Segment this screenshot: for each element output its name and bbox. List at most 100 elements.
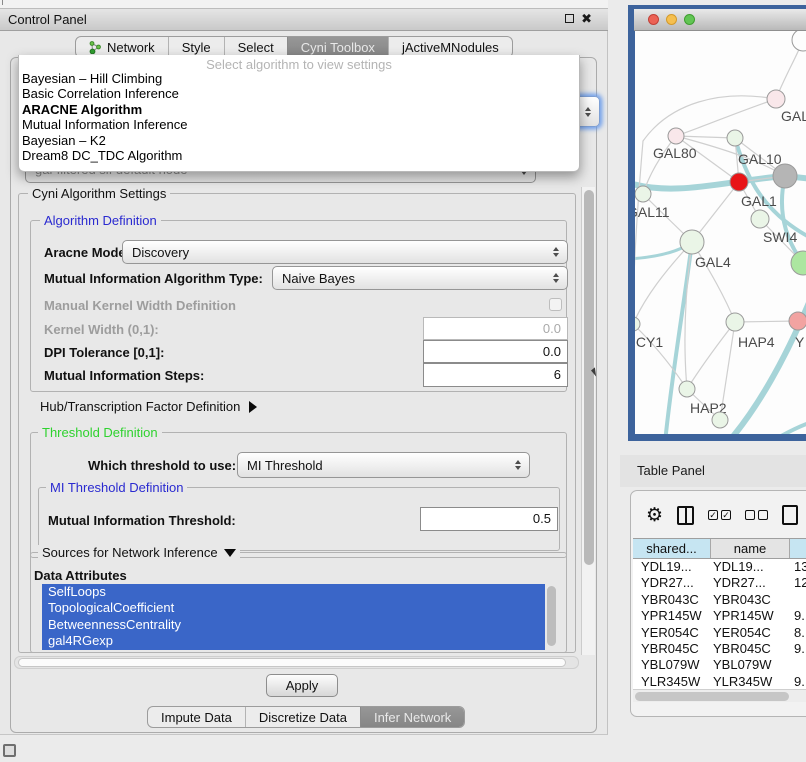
float-window-icon[interactable] bbox=[565, 14, 574, 23]
tab-jactivemnodules[interactable]: jActiveMNodules bbox=[388, 37, 512, 57]
deselect-all-columns-icon[interactable] bbox=[745, 510, 768, 520]
aracne-mode-combobox[interactable]: Discovery bbox=[122, 240, 568, 264]
node-swi4[interactable] bbox=[751, 210, 769, 228]
docked-panel-icon[interactable] bbox=[3, 744, 16, 757]
network-icon bbox=[89, 41, 102, 54]
dpi-tolerance-input[interactable]: 0.0 bbox=[423, 340, 568, 363]
window-minimize-icon[interactable] bbox=[666, 14, 677, 25]
sources-legend[interactable]: Sources for Network Inference bbox=[38, 545, 240, 560]
table-row[interactable]: YLR345WYLR345W9. bbox=[633, 674, 806, 689]
column-header-2[interactable] bbox=[790, 539, 806, 558]
node-gal1[interactable] bbox=[730, 173, 748, 191]
column-header-name[interactable]: name bbox=[711, 539, 790, 558]
network-view-window[interactable]: GALGAL80GAL10GAL1GAL11SWI4GAL4GCY1HAP4YH… bbox=[628, 5, 806, 441]
table-cell: YBR045C bbox=[711, 641, 790, 657]
mi-type-value: Naive Bayes bbox=[273, 271, 355, 286]
table-row[interactable]: YBR043CYBR043C bbox=[633, 592, 806, 608]
tab-impute-data-label: Impute Data bbox=[161, 710, 232, 725]
node-hap2[interactable] bbox=[679, 381, 695, 397]
table-row[interactable]: YBL079WYBL079W bbox=[633, 657, 806, 673]
hub-definition-toggle[interactable]: Hub/Transcription Factor Definition bbox=[40, 399, 257, 414]
attribute-item-gal4rgexp[interactable]: gal4RGexp bbox=[42, 633, 545, 649]
gear-icon[interactable]: ⚙ bbox=[646, 506, 663, 525]
kernel-width-input[interactable]: 0.0 bbox=[423, 317, 568, 340]
table-horizontal-scrollbar[interactable] bbox=[633, 689, 806, 702]
table-cell: YLR345W bbox=[711, 674, 790, 689]
tab-style[interactable]: Style bbox=[168, 37, 224, 57]
close-panel-icon[interactable]: ✖ bbox=[581, 13, 592, 24]
attribute-item-betweennesscentrality[interactable]: BetweennessCentrality bbox=[42, 617, 545, 633]
add-column-icon[interactable] bbox=[782, 505, 798, 525]
mi-threshold-input[interactable]: 0.5 bbox=[420, 507, 558, 531]
node-gray[interactable] bbox=[773, 164, 797, 188]
settings-vertical-scrollbar-thumb[interactable] bbox=[584, 190, 594, 565]
network-edge-thick[interactable] bbox=[782, 176, 803, 263]
algorithm-option-basic-correlation-inference[interactable]: Basic Correlation Inference bbox=[22, 86, 576, 101]
node-gal-partial[interactable] bbox=[767, 90, 785, 108]
node-gal1-label: GAL1 bbox=[741, 193, 777, 209]
columns-icon[interactable] bbox=[677, 506, 694, 525]
settings-horizontal-scrollbar-thumb[interactable] bbox=[18, 658, 566, 667]
column-header-shared[interactable]: shared... bbox=[633, 539, 711, 558]
node-bottom-partial[interactable] bbox=[712, 412, 728, 428]
algorithm-list: Bayesian – Hill ClimbingBasic Correlatio… bbox=[22, 71, 576, 163]
table-row[interactable]: YPR145WYPR145W9. bbox=[633, 608, 806, 624]
algorithm-option-bayesian-k2[interactable]: Bayesian – K2 bbox=[22, 133, 576, 148]
select-all-columns-icon[interactable]: ✓✓ bbox=[708, 510, 731, 520]
node-salmon[interactable] bbox=[789, 312, 806, 330]
algorithm-option-mutual-information-inference[interactable]: Mutual Information Inference bbox=[22, 117, 576, 132]
top-tick bbox=[2, 0, 3, 5]
algorithm-option-dream8-dc-tdc-algorithm[interactable]: Dream8 DC_TDC Algorithm bbox=[22, 148, 576, 163]
tab-network[interactable]: Network bbox=[76, 37, 168, 57]
table-horizontal-scrollbar-thumb[interactable] bbox=[635, 692, 789, 701]
table-row[interactable]: YER054CYER054C8. bbox=[633, 625, 806, 641]
table-cell bbox=[790, 592, 806, 608]
table-row[interactable]: YDL19...YDL19...13 bbox=[633, 559, 806, 575]
tab-select[interactable]: Select bbox=[224, 37, 287, 57]
node-gcy1[interactable] bbox=[635, 317, 640, 331]
attribute-item-topologicalcoefficient[interactable]: TopologicalCoefficient bbox=[42, 600, 545, 616]
node-gal80[interactable] bbox=[668, 128, 684, 144]
node-top-partial[interactable] bbox=[792, 31, 806, 51]
window-zoom-icon[interactable] bbox=[684, 14, 695, 25]
kernel-width-label: Kernel Width (0,1): bbox=[44, 322, 159, 337]
which-threshold-combobox[interactable]: MI Threshold bbox=[237, 452, 530, 478]
attribute-item-selfloops[interactable]: SelfLoops bbox=[42, 584, 545, 600]
tab-cyni-toolbox[interactable]: Cyni Toolbox bbox=[287, 37, 388, 57]
table-cell: 13 bbox=[790, 559, 806, 575]
algorithm-option-aracne-algorithm[interactable]: ARACNE Algorithm bbox=[22, 102, 576, 117]
network-window-titlebar[interactable] bbox=[634, 9, 806, 31]
network-edge[interactable] bbox=[687, 322, 735, 389]
tab-impute-data[interactable]: Impute Data bbox=[148, 707, 245, 727]
network-canvas[interactable]: GALGAL80GAL10GAL1GAL11SWI4GAL4GCY1HAP4YH… bbox=[635, 31, 806, 434]
node-green-right[interactable] bbox=[791, 251, 806, 275]
table-row[interactable]: YBR045CYBR045C9. bbox=[633, 641, 806, 657]
node-hap4[interactable] bbox=[726, 313, 744, 331]
network-edge-thick[interactable] bbox=[665, 242, 692, 434]
node-gal11[interactable] bbox=[635, 186, 651, 202]
table-row[interactable]: YDR27...YDR27...12 bbox=[633, 575, 806, 591]
node-hap4-label: HAP4 bbox=[738, 334, 775, 350]
tab-infer-network[interactable]: Infer Network bbox=[360, 707, 464, 727]
manual-kernel-checkbox[interactable] bbox=[549, 298, 562, 311]
mi-steps-input[interactable]: 6 bbox=[423, 363, 568, 387]
node-gal10[interactable] bbox=[727, 130, 743, 146]
node-swi4-label: SWI4 bbox=[763, 229, 797, 245]
settings-horizontal-scrollbar[interactable] bbox=[14, 656, 579, 669]
network-edge[interactable] bbox=[635, 141, 643, 324]
algorithm-option-bayesian-hill-climbing[interactable]: Bayesian – Hill Climbing bbox=[22, 71, 576, 86]
tab-jactivemnodules-label: jActiveMNodules bbox=[402, 40, 499, 55]
attributes-list-scrollbar[interactable] bbox=[547, 586, 556, 646]
network-edge[interactable] bbox=[643, 96, 776, 141]
window-close-icon[interactable] bbox=[648, 14, 659, 25]
node-gal4[interactable] bbox=[680, 230, 704, 254]
table-cell: 9. bbox=[790, 641, 806, 657]
mi-type-combobox[interactable]: Naive Bayes bbox=[272, 266, 568, 290]
data-attributes-list[interactable]: SelfLoopsTopologicalCoefficientBetweenne… bbox=[42, 584, 545, 652]
tab-discretize-data[interactable]: Discretize Data bbox=[245, 707, 360, 727]
network-edge[interactable] bbox=[676, 136, 735, 138]
apply-button[interactable]: Apply bbox=[266, 674, 338, 697]
apply-button-label: Apply bbox=[286, 678, 319, 693]
table-cell: YBL079W bbox=[633, 657, 711, 673]
settings-vertical-scrollbar[interactable] bbox=[581, 187, 595, 655]
